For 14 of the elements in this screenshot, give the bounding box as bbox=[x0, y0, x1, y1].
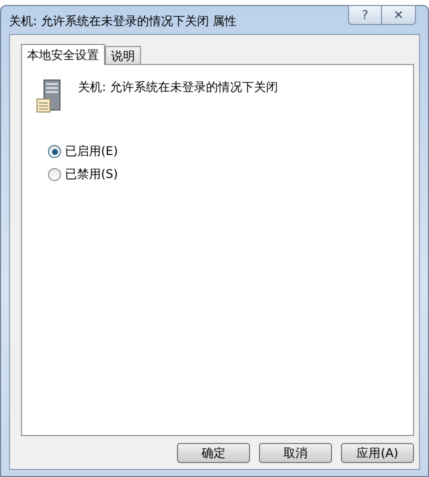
radio-button[interactable] bbox=[48, 168, 61, 181]
dialog-button[interactable]: 取消 bbox=[259, 443, 332, 463]
tab[interactable]: 本地安全设置 bbox=[21, 44, 105, 65]
help-button[interactable]: ? bbox=[348, 5, 382, 25]
window-title: 关机: 允许系统在未登录的情况下关闭 属性 bbox=[9, 13, 237, 30]
tab[interactable]: 说明 bbox=[105, 46, 141, 64]
dialog-button[interactable]: 应用(A) bbox=[341, 443, 414, 463]
close-button[interactable]: ✕ bbox=[382, 5, 416, 25]
policy-name: 关机: 允许系统在未登录的情况下关闭 bbox=[78, 79, 278, 96]
dialog-button[interactable]: 确定 bbox=[177, 443, 250, 463]
radio-button[interactable] bbox=[48, 145, 61, 158]
radio-option[interactable]: 已启用(E) bbox=[48, 143, 399, 160]
server-icon bbox=[36, 79, 62, 113]
radio-option[interactable]: 已禁用(S) bbox=[48, 166, 399, 183]
